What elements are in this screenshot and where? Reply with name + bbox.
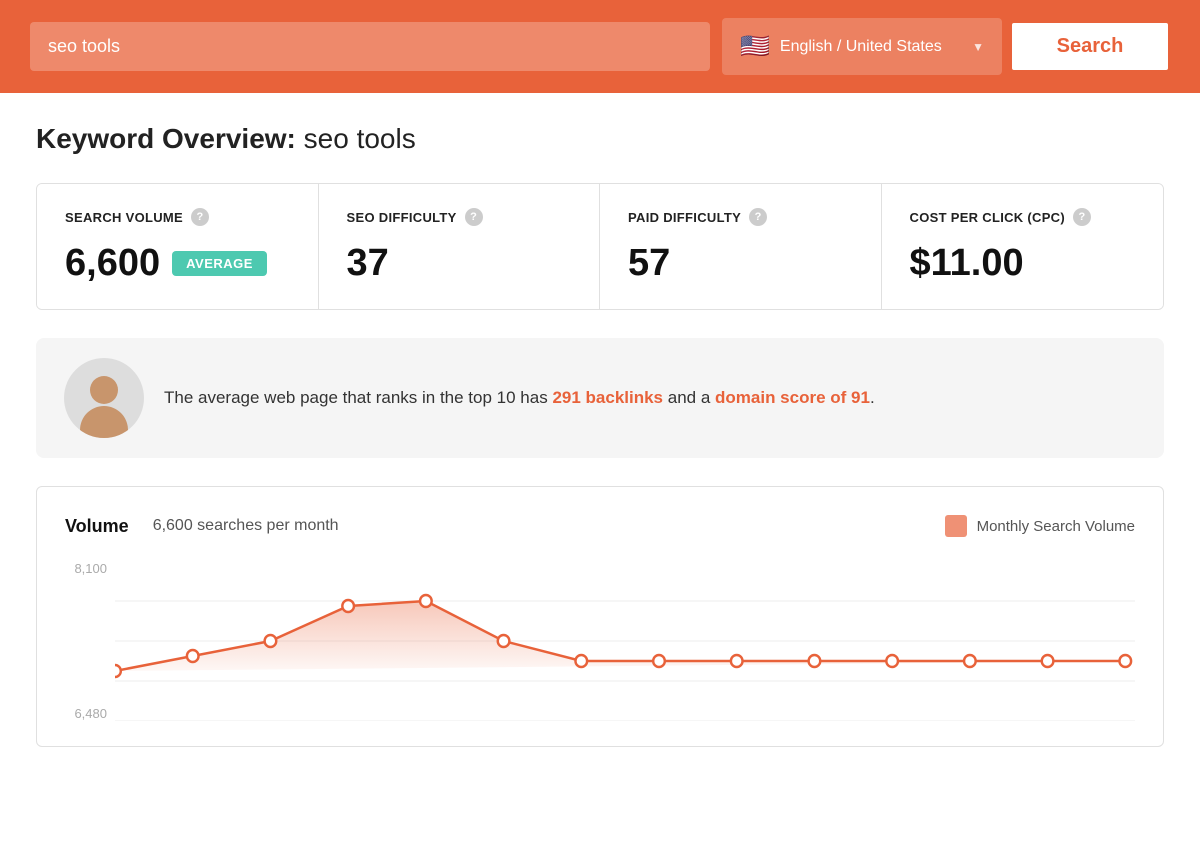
chart-container: 8,100 6,480 — [65, 561, 1135, 726]
chart-volume-label: Volume — [65, 516, 129, 537]
search-button[interactable]: Search — [1010, 21, 1170, 72]
chevron-down-icon: ▼ — [972, 40, 984, 54]
avatar — [64, 358, 144, 438]
chart-header: Volume 6,600 searches per month Monthly … — [65, 515, 1135, 537]
stat-label-cpc: COST PER CLICK (CPC) ? — [910, 208, 1136, 226]
domain-score-highlight: domain score of 91 — [715, 388, 870, 407]
stat-card-search-volume: SEARCH VOLUME ? 6,600 AVERAGE — [37, 184, 319, 309]
chart-section: Volume 6,600 searches per month Monthly … — [36, 486, 1164, 747]
avatar-head — [90, 376, 118, 404]
stat-label-seo-difficulty: SEO DIFFICULTY ? — [347, 208, 572, 226]
stat-card-paid-difficulty: PAID DIFFICULTY ? 57 — [600, 184, 882, 309]
stat-card-seo-difficulty: SEO DIFFICULTY ? 37 — [319, 184, 601, 309]
locale-label: English / United States — [780, 38, 962, 56]
insight-box: The average web page that ranks in the t… — [36, 338, 1164, 458]
legend-label: Monthly Search Volume — [977, 518, 1135, 535]
avatar-figure — [74, 368, 134, 438]
search-bar: 🇺🇸 English / United States ▼ Search — [0, 0, 1200, 93]
stat-value-search-volume: 6,600 AVERAGE — [65, 242, 290, 285]
avatar-body — [80, 406, 128, 438]
stat-label-search-volume: SEARCH VOLUME ? — [65, 208, 290, 226]
stat-label-paid-difficulty: PAID DIFFICULTY ? — [628, 208, 853, 226]
help-icon-seo-difficulty[interactable]: ? — [465, 208, 483, 226]
help-icon-paid-difficulty[interactable]: ? — [749, 208, 767, 226]
main-content: Keyword Overview: seo tools SEARCH VOLUM… — [0, 93, 1200, 777]
insight-text: The average web page that ranks in the t… — [164, 384, 875, 411]
chart-svg-area — [115, 561, 1135, 726]
y-label-high: 8,100 — [65, 561, 107, 576]
stat-value-seo-difficulty: 37 — [347, 242, 572, 285]
help-icon-cpc[interactable]: ? — [1073, 208, 1091, 226]
stat-value-cpc: $11.00 — [910, 242, 1136, 285]
stats-grid: SEARCH VOLUME ? 6,600 AVERAGE SEO DIFFIC… — [36, 183, 1164, 310]
y-label-low: 6,480 — [65, 706, 107, 721]
search-input[interactable] — [30, 22, 710, 71]
chart-legend: Monthly Search Volume — [945, 515, 1135, 537]
stat-card-cpc: COST PER CLICK (CPC) ? $11.00 — [882, 184, 1164, 309]
legend-color-box — [945, 515, 967, 537]
help-icon-search-volume[interactable]: ? — [191, 208, 209, 226]
locale-selector[interactable]: 🇺🇸 English / United States ▼ — [722, 18, 1002, 75]
chart-svg — [115, 561, 1135, 721]
chart-subtitle: 6,600 searches per month — [153, 517, 945, 535]
page-title: Keyword Overview: seo tools — [36, 123, 1164, 155]
backlinks-highlight: 291 backlinks — [552, 388, 663, 407]
flag-icon: 🇺🇸 — [740, 32, 770, 61]
average-badge: AVERAGE — [172, 251, 267, 276]
stat-value-paid-difficulty: 57 — [628, 242, 853, 285]
search-input-wrapper — [30, 22, 714, 71]
